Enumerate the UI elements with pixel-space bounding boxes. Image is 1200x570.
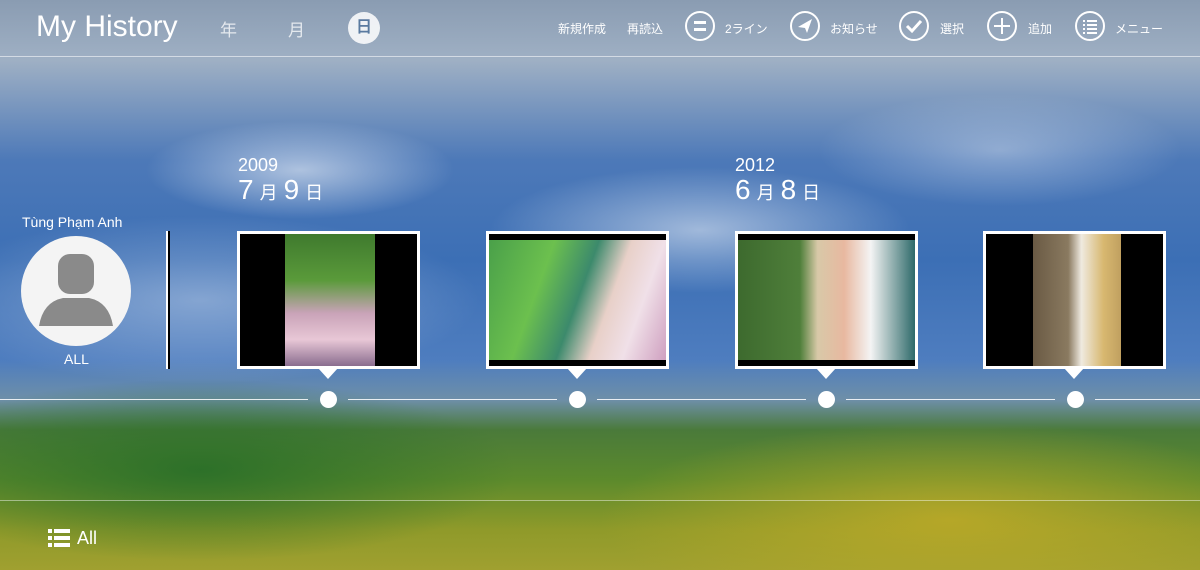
group-month: 7 [238, 174, 254, 205]
user-avatar-icon [39, 254, 113, 326]
two-line-icon [694, 21, 706, 31]
photo-image [738, 240, 915, 360]
scale-year-button[interactable]: 年 [220, 16, 237, 41]
photo-image [1033, 234, 1121, 366]
check-icon [905, 19, 923, 34]
timeline-line [0, 399, 308, 400]
timeline-node[interactable] [320, 391, 337, 408]
previous-item-edge[interactable] [166, 231, 170, 369]
group-month-unit: 月 [259, 183, 278, 203]
card-pointer [816, 368, 836, 379]
photo-image [489, 240, 666, 360]
timeline-node[interactable] [1067, 391, 1084, 408]
notice-label[interactable]: お知らせ [830, 20, 878, 37]
user-name: Tùng Phạm Anh [22, 214, 123, 230]
add-button[interactable] [987, 11, 1017, 41]
timeline-line [846, 399, 1055, 400]
photo-card[interactable] [983, 231, 1166, 369]
scale-month-button[interactable]: 月 [288, 16, 305, 41]
timeline-node[interactable] [569, 391, 586, 408]
group-month: 6 [735, 174, 751, 205]
group-year: 2009 [238, 155, 279, 175]
notice-button[interactable] [790, 11, 820, 41]
group-day: 9 [283, 174, 300, 205]
photo-image [285, 234, 375, 366]
photo-card[interactable] [237, 231, 420, 369]
app-title: My History [36, 10, 178, 43]
scale-day-button[interactable]: 日 [348, 12, 380, 44]
avatar[interactable] [21, 236, 131, 346]
group-day-unit: 日 [802, 183, 821, 203]
two-line-label[interactable]: 2ライン [725, 20, 768, 37]
add-label[interactable]: 追加 [1028, 20, 1052, 37]
timeline-node[interactable] [818, 391, 835, 408]
all-button-label: All [77, 528, 98, 548]
group-day: 8 [780, 174, 797, 205]
list-icon [1083, 20, 1097, 34]
top-bar: My History 年 月 日 新規作成 再読込 2ライン お知らせ 選択 追… [0, 0, 1200, 57]
send-icon [798, 19, 812, 33]
card-pointer [1064, 368, 1084, 379]
select-button[interactable] [899, 11, 929, 41]
filter-all-label[interactable]: ALL [64, 351, 89, 367]
new-button[interactable]: 新規作成 [558, 20, 606, 37]
menu-button[interactable] [1075, 11, 1105, 41]
card-pointer [318, 368, 338, 379]
reload-button[interactable]: 再読込 [627, 20, 663, 37]
two-line-button[interactable] [685, 11, 715, 41]
timeline-line [597, 399, 806, 400]
menu-label[interactable]: メニュー [1115, 20, 1163, 37]
group-date: 7月9日 [238, 174, 329, 206]
group-year: 2012 [735, 155, 776, 175]
photo-card[interactable] [486, 231, 669, 369]
photo-card[interactable] [735, 231, 918, 369]
timeline-line [348, 399, 557, 400]
timeline-line [1095, 399, 1200, 400]
group-day-unit: 日 [305, 183, 324, 203]
card-pointer [567, 368, 587, 379]
group-date: 6月8日 [735, 174, 826, 206]
list-icon [48, 529, 70, 547]
plus-icon [994, 18, 1010, 34]
select-label[interactable]: 選択 [940, 20, 964, 37]
bottom-divider [0, 500, 1200, 501]
group-month-unit: 月 [756, 183, 775, 203]
